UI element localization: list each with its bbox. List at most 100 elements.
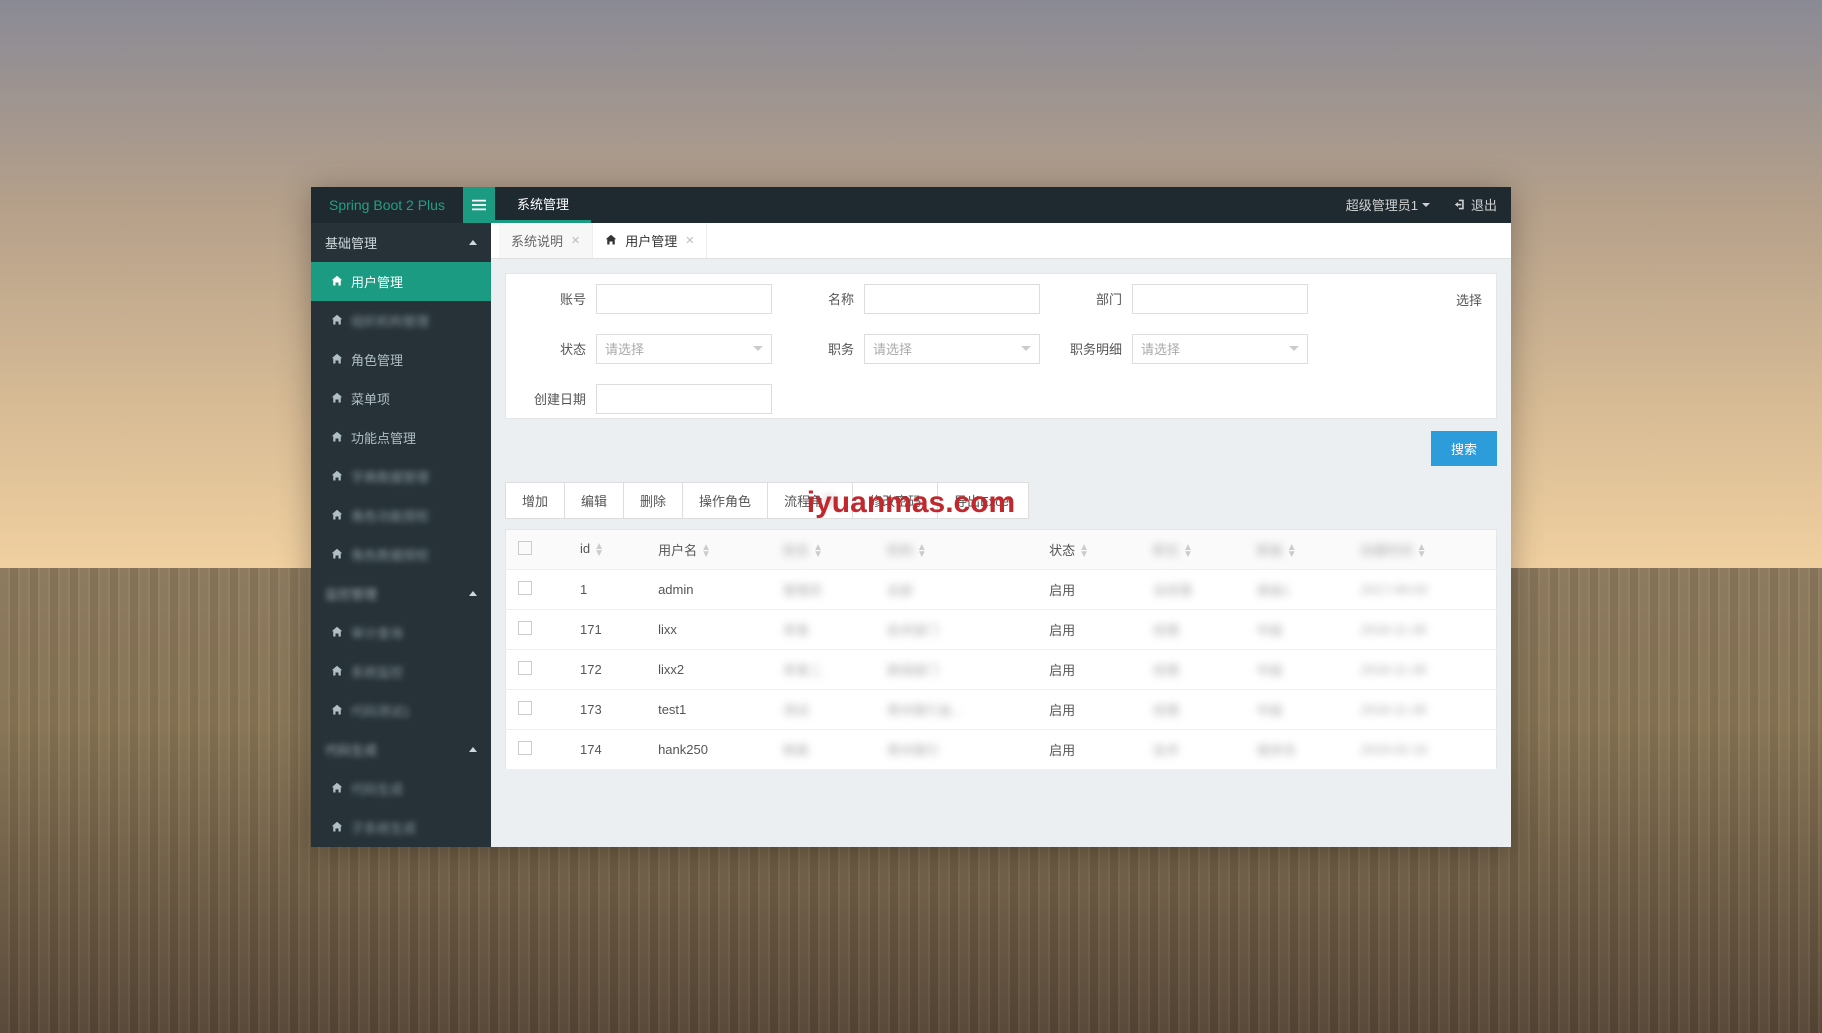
field-status: 状态 请选择 — [520, 334, 772, 364]
checkbox-row[interactable] — [518, 741, 532, 755]
select-job-detail[interactable]: 请选择 — [1132, 334, 1308, 364]
toolbar: 增加编辑删除操作角色流程角色修改密码导出Excel — [505, 482, 1497, 519]
home-icon — [331, 509, 343, 521]
table-row[interactable]: 174hank250韩某贵州银行启用技术程序员2019-02-16 — [506, 729, 1497, 769]
topbar-right: 超级管理员1 退出 — [1346, 195, 1511, 214]
table-row[interactable]: 1admin管理员总部启用总经理高级12017-09-03 — [506, 569, 1497, 609]
checkbox-row[interactable] — [518, 661, 532, 675]
toolbar-button[interactable]: 操作角色 — [682, 482, 768, 519]
sidebar-item[interactable]: 角色管理 — [311, 340, 491, 379]
sidebar-group[interactable]: 监控管理 — [311, 574, 491, 613]
sidebar-item[interactable]: 角色数据授权 — [311, 535, 491, 574]
sort-icon: ▲▼ — [701, 544, 711, 558]
sidebar-item[interactable]: 字典数据管理 — [311, 457, 491, 496]
cell-job: 经理 — [1141, 609, 1245, 649]
table-row[interactable]: 172lixx2李某二跨境部门启用经理中级2018-11-28 — [506, 649, 1497, 689]
field-job-detail: 职务明细 请选择 — [1056, 334, 1308, 364]
cell-date: 2018-11-28 — [1349, 609, 1497, 649]
sidebar-item[interactable]: 组织机构管理 — [311, 301, 491, 340]
sort-icon: ▲▼ — [1183, 544, 1193, 558]
sidebar-group[interactable]: 代码生成 — [311, 730, 491, 769]
chevron-down-icon — [1021, 346, 1031, 351]
field-name: 名称 — [788, 284, 1040, 314]
sidebar-item[interactable]: 角色功能授权 — [311, 496, 491, 535]
sidebar-item-label: 审计查询 — [351, 623, 403, 642]
cell-username: lixx2 — [646, 649, 771, 689]
sidebar-item[interactable]: 系统监控 — [311, 652, 491, 691]
logout-button[interactable]: 退出 — [1454, 195, 1497, 214]
input-dept[interactable] — [1132, 284, 1308, 314]
home-icon — [331, 821, 343, 833]
sidebar-item[interactable]: 代码测试1 — [311, 691, 491, 730]
cell-level: 高级1 — [1245, 569, 1349, 609]
cell-job: 经理 — [1141, 689, 1245, 729]
checkbox-row[interactable] — [518, 621, 532, 635]
toolbar-button[interactable]: 增加 — [505, 482, 565, 519]
input-account[interactable] — [596, 284, 772, 314]
page-tabs: 系统说明✕用户管理✕ — [491, 223, 1511, 259]
table-header[interactable]: 职位▲▼ — [1141, 529, 1245, 569]
sidebar-item[interactable]: 审计查询 — [311, 613, 491, 652]
home-icon — [331, 314, 343, 326]
sidebar-item-label: 系统监控 — [351, 662, 403, 681]
sidebar-item-label: 用户管理 — [351, 272, 403, 291]
app-window: iyuanmas.com Spring Boot 2 Plus 系统管理 超级管… — [311, 187, 1511, 847]
sidebar-item-label: 代码生成 — [351, 779, 403, 798]
table-row[interactable]: 173test1测试贵州银行金...启用经理中级2018-11-28 — [506, 689, 1497, 729]
cell-name: 韩某 — [771, 729, 875, 769]
select-job[interactable]: 请选择 — [864, 334, 1040, 364]
cell-org: 贵州银行金... — [875, 689, 1037, 729]
table-header[interactable]: 用户名▲▼ — [646, 529, 771, 569]
sidebar-item[interactable]: 子系统生成 — [311, 808, 491, 847]
cell-date: 2018-11-28 — [1349, 649, 1497, 689]
close-icon[interactable]: ✕ — [685, 234, 694, 247]
logout-label: 退出 — [1471, 195, 1497, 214]
sidebar-item[interactable]: 菜单项 — [311, 379, 491, 418]
user-menu[interactable]: 超级管理员1 — [1346, 195, 1430, 214]
sidebar-group[interactable]: 基础管理 — [311, 223, 491, 262]
table-header[interactable]: 创建时间▲▼ — [1349, 529, 1497, 569]
table-header[interactable] — [506, 529, 569, 569]
table-header[interactable]: 机构▲▼ — [875, 529, 1037, 569]
select-link[interactable]: 选择 — [1456, 284, 1482, 309]
form-actions: 搜索 — [505, 431, 1497, 466]
sidebar-item[interactable]: 用户管理 — [311, 262, 491, 301]
table-row[interactable]: 171lixx李某技术部门启用经理中级2018-11-28 — [506, 609, 1497, 649]
checkbox-row[interactable] — [518, 701, 532, 715]
logout-icon — [1454, 198, 1467, 211]
top-tab-system[interactable]: 系统管理 — [495, 187, 591, 223]
close-icon[interactable]: ✕ — [571, 234, 580, 247]
cell-id: 1 — [568, 569, 646, 609]
toolbar-button[interactable]: 修改密码 — [852, 482, 938, 519]
input-name[interactable] — [864, 284, 1040, 314]
field-account: 账号 — [520, 284, 772, 314]
cell-org: 贵州银行 — [875, 729, 1037, 769]
sidebar-item[interactable]: 代码生成 — [311, 769, 491, 808]
home-icon — [331, 704, 343, 716]
menu-toggle-button[interactable] — [463, 187, 495, 223]
checkbox-all[interactable] — [518, 541, 532, 555]
user-name: 超级管理员1 — [1346, 195, 1418, 214]
table-header[interactable]: 姓名▲▼ — [771, 529, 875, 569]
cell-username: test1 — [646, 689, 771, 729]
table-header[interactable]: 职级▲▼ — [1245, 529, 1349, 569]
toolbar-button[interactable]: 导出Excel — [937, 482, 1029, 519]
page-tab[interactable]: 用户管理✕ — [593, 223, 707, 258]
chevron-down-icon — [1289, 346, 1299, 351]
search-button[interactable]: 搜索 — [1431, 431, 1497, 466]
toolbar-button[interactable]: 编辑 — [564, 482, 624, 519]
sidebar-item[interactable]: 功能点管理 — [311, 418, 491, 457]
table-header[interactable]: id▲▼ — [568, 529, 646, 569]
sidebar-item-label: 菜单项 — [351, 389, 390, 408]
toolbar-button[interactable]: 删除 — [623, 482, 683, 519]
input-create-date[interactable] — [596, 384, 772, 414]
field-create-date: 创建日期 — [520, 384, 772, 414]
field-job: 职务 请选择 — [788, 334, 1040, 364]
table-header[interactable]: 状态▲▼ — [1037, 529, 1141, 569]
checkbox-row[interactable] — [518, 581, 532, 595]
toolbar-button[interactable]: 流程角色 — [767, 482, 853, 519]
select-status[interactable]: 请选择 — [596, 334, 772, 364]
sidebar-group-label: 监控管理 — [325, 584, 377, 603]
sidebar-item-label: 组织机构管理 — [351, 311, 429, 330]
page-tab[interactable]: 系统说明✕ — [499, 223, 593, 258]
